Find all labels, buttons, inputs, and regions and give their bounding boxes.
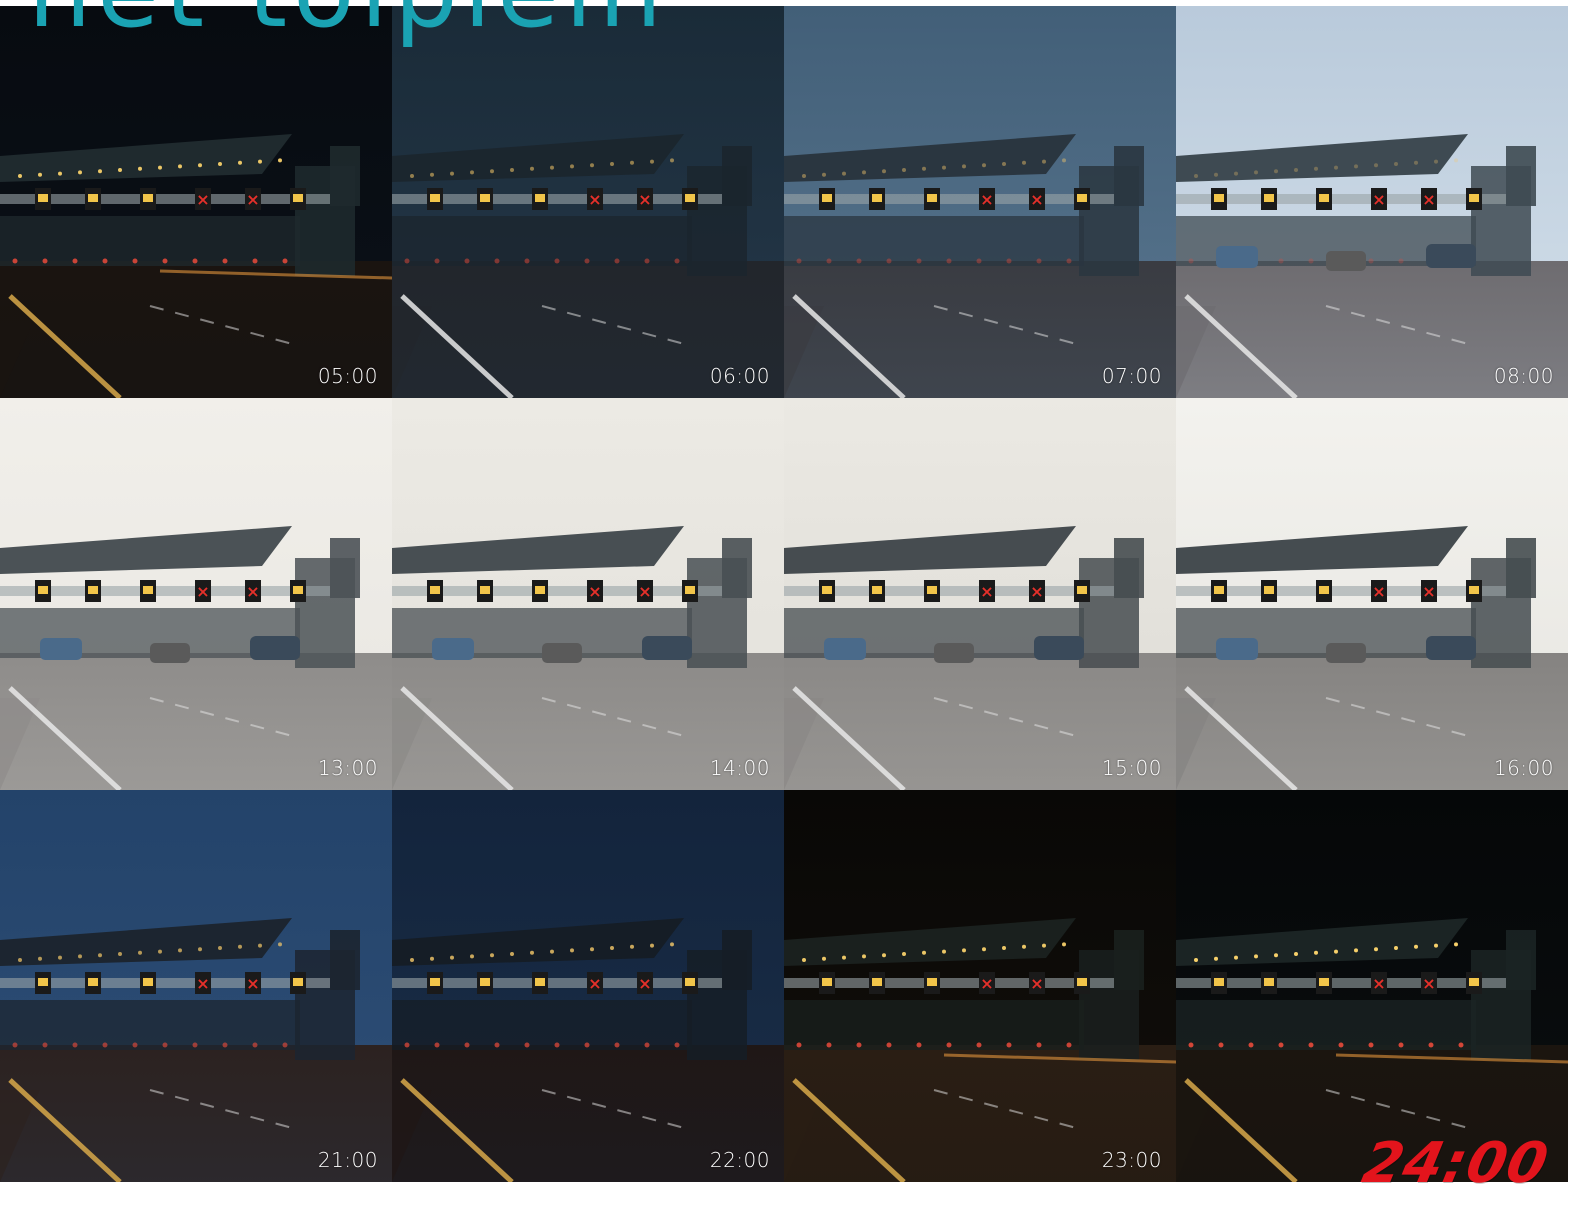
svg-text:×: ×: [196, 974, 209, 993]
toll-plaza-photo: × ×: [1176, 790, 1568, 1182]
car: [1426, 636, 1476, 660]
car: [1034, 636, 1084, 660]
time-label: 14:00: [709, 756, 770, 780]
car: [1326, 643, 1366, 663]
svg-text:×: ×: [1372, 582, 1385, 601]
photo-tile: × × 15:00: [784, 398, 1176, 790]
time-label: 22:00: [709, 1148, 770, 1172]
svg-text:×: ×: [1422, 974, 1435, 993]
toll-plaza-photo: × ×: [1176, 398, 1568, 790]
photo-tile: × ×: [1176, 790, 1568, 1182]
toll-plaza-photo: × ×: [784, 398, 1176, 790]
car: [432, 638, 474, 660]
svg-text:×: ×: [638, 974, 651, 993]
toll-plaza-photo: × ×: [784, 6, 1176, 398]
car: [1216, 246, 1258, 268]
photo-tile: × × 07:00: [784, 6, 1176, 398]
car: [542, 643, 582, 663]
car: [1216, 638, 1258, 660]
svg-text:×: ×: [1372, 190, 1385, 209]
car: [1326, 251, 1366, 271]
time-label: 16:00: [1493, 756, 1554, 780]
car: [642, 636, 692, 660]
photo-tile: × × 05:00: [0, 6, 392, 398]
car: [250, 636, 300, 660]
svg-text:×: ×: [1422, 582, 1435, 601]
toll-plaza-photo: × ×: [784, 790, 1176, 1182]
time-label: 15:00: [1101, 756, 1162, 780]
svg-text:×: ×: [1030, 582, 1043, 601]
toll-plaza-photo: × ×: [392, 398, 784, 790]
toll-plaza-photo: × ×: [0, 790, 392, 1182]
svg-text:×: ×: [246, 582, 259, 601]
svg-text:×: ×: [980, 190, 993, 209]
svg-text:×: ×: [980, 582, 993, 601]
svg-text:×: ×: [1030, 190, 1043, 209]
toll-plaza-photo: × ×: [392, 6, 784, 398]
photo-tile: × × 23:00: [784, 790, 1176, 1182]
svg-text:×: ×: [196, 582, 209, 601]
svg-text:×: ×: [638, 582, 651, 601]
page-title: het tolplein: [28, 0, 668, 42]
svg-text:×: ×: [588, 582, 601, 601]
car: [40, 638, 82, 660]
photo-tile: × × 14:00: [392, 398, 784, 790]
time-label: 21:00: [317, 1148, 378, 1172]
svg-text:×: ×: [980, 974, 993, 993]
time-label: 08:00: [1493, 364, 1554, 388]
car: [824, 638, 866, 660]
photo-tile: × × 22:00: [392, 790, 784, 1182]
svg-text:×: ×: [1372, 974, 1385, 993]
svg-text:×: ×: [588, 190, 601, 209]
time-label: 06:00: [709, 364, 770, 388]
photo-tile: × × 16:00: [1176, 398, 1568, 790]
final-time-label: 24:00: [1357, 1131, 1555, 1196]
time-label: 07:00: [1101, 364, 1162, 388]
photo-tile: × × 08:00: [1176, 6, 1568, 398]
toll-plaza-photo: × ×: [392, 790, 784, 1182]
svg-text:×: ×: [588, 974, 601, 993]
photo-tile: × × 21:00: [0, 790, 392, 1182]
car: [1426, 244, 1476, 268]
photo-tile: × × 13:00: [0, 398, 392, 790]
svg-text:×: ×: [196, 190, 209, 209]
photo-tile: × × 06:00: [392, 6, 784, 398]
photo-grid: × × 05:00 × × 06:00 × × 07:00 × × 08:00 × × 13:00 × × 14:…: [0, 6, 1568, 1182]
car: [934, 643, 974, 663]
time-label: 13:00: [317, 756, 378, 780]
svg-text:×: ×: [1030, 974, 1043, 993]
toll-plaza-photo: × ×: [0, 398, 392, 790]
toll-plaza-photo: × ×: [0, 6, 392, 398]
svg-text:×: ×: [1422, 190, 1435, 209]
time-label: 05:00: [317, 364, 378, 388]
car: [150, 643, 190, 663]
svg-text:×: ×: [638, 190, 651, 209]
toll-plaza-photo: × ×: [1176, 6, 1568, 398]
svg-text:×: ×: [246, 974, 259, 993]
svg-text:×: ×: [246, 190, 259, 209]
time-label: 23:00: [1101, 1148, 1162, 1172]
